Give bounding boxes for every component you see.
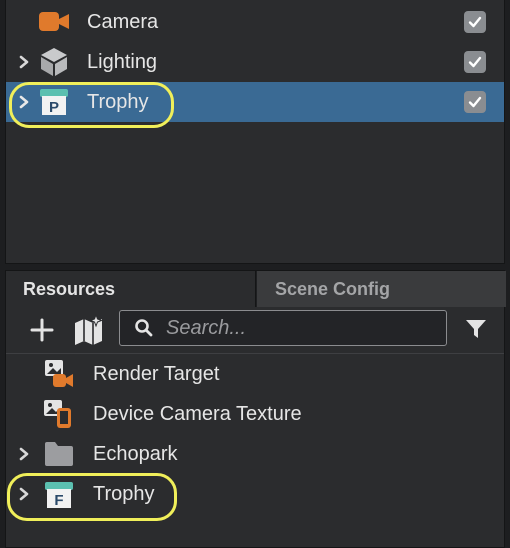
camera-icon (38, 8, 69, 36)
search-icon (135, 319, 153, 337)
tab-scene-config[interactable]: Scene Config (257, 271, 506, 307)
resource-item-device-camera-texture[interactable]: Device Camera Texture (6, 394, 504, 434)
resource-item-render-target[interactable]: Render Target (6, 354, 504, 394)
resource-item-trophy[interactable]: F Trophy (6, 474, 504, 514)
visibility-checkbox[interactable] (464, 11, 486, 33)
plus-icon (30, 318, 54, 342)
add-button[interactable] (29, 317, 55, 343)
device-camera-texture-icon (43, 399, 73, 428)
render-target-icon (44, 359, 74, 387)
filter-icon (466, 320, 486, 338)
resource-item-label: Trophy (93, 482, 155, 505)
visibility-checkbox[interactable] (464, 91, 486, 113)
filter-button[interactable] (464, 317, 488, 341)
scene-item-camera[interactable]: Camera (6, 2, 504, 42)
scene-hierarchy-panel: Camera Lighting P Trophy (5, 0, 505, 264)
svg-text:P: P (49, 99, 59, 116)
scene-item-trophy[interactable]: P Trophy (6, 82, 504, 122)
resource-item-label: Echopark (93, 442, 178, 465)
check-icon (468, 96, 482, 108)
asset-library-button[interactable] (72, 314, 108, 346)
resource-item-label: Device Camera Texture (93, 402, 302, 425)
resources-toolbar (6, 307, 504, 353)
chevron-right-icon[interactable] (17, 487, 31, 501)
scene-item-lighting[interactable]: Lighting (6, 42, 504, 82)
chevron-right-icon[interactable] (17, 447, 31, 461)
tab-bar: Resources Scene Config (6, 271, 506, 307)
resources-panel: Resources Scene Config Search... Render … (5, 270, 506, 548)
search-field[interactable] (119, 310, 447, 346)
folder-icon (44, 441, 74, 469)
svg-text:F: F (54, 492, 63, 509)
scene-item-label: Trophy (87, 90, 149, 113)
prefab-icon: P (39, 88, 69, 116)
asset-library-icon (75, 314, 103, 345)
scene-item-label: Camera (87, 10, 159, 33)
resource-item-label: Render Target (93, 362, 220, 385)
chevron-right-icon[interactable] (17, 95, 31, 109)
tab-resources[interactable]: Resources (6, 271, 256, 307)
chevron-right-icon[interactable] (17, 55, 31, 69)
lighting-icon (39, 47, 69, 76)
search-input[interactable] (164, 315, 438, 341)
check-icon (468, 16, 482, 28)
check-icon (468, 56, 482, 68)
prefab-asset-icon: F (44, 481, 74, 509)
scene-item-label: Lighting (87, 50, 158, 73)
resource-item-echopark[interactable]: Echopark (6, 434, 504, 474)
visibility-checkbox[interactable] (464, 51, 486, 73)
